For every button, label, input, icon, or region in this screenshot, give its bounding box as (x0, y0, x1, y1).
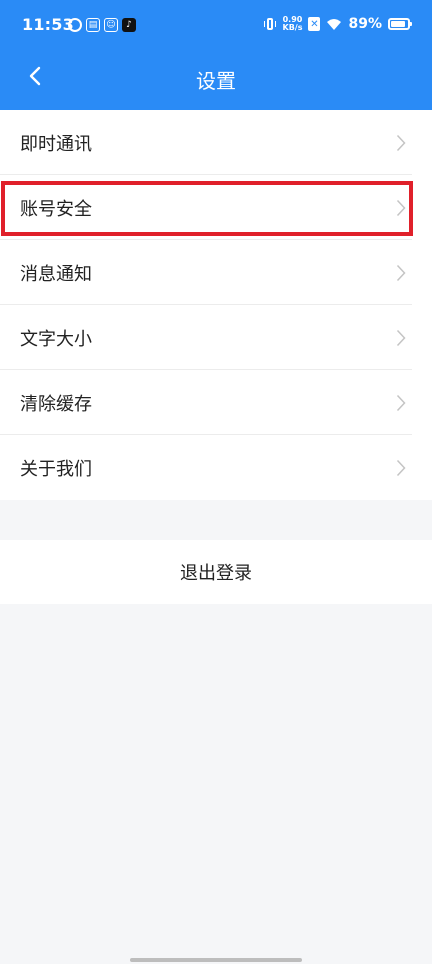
settings-item-about-us[interactable]: 关于我们 (0, 435, 432, 500)
logout-button[interactable]: 退出登录 (0, 540, 432, 604)
battery-percentage: 89% (348, 16, 382, 32)
chevron-right-icon (396, 134, 406, 151)
network-speed-unit: KB/s (282, 23, 303, 32)
system-icons: 0.90 KB/s ✕ 89% (263, 14, 412, 34)
chevron-right-icon (396, 394, 406, 411)
chevron-right-icon (396, 199, 406, 216)
settings-item-label: 文字大小 (20, 328, 92, 350)
chevron-right-icon (396, 329, 406, 346)
settings-item-label: 清除缓存 (20, 393, 92, 415)
app-notification-icon: ☺ (104, 18, 118, 32)
sync-icon (68, 18, 82, 32)
home-indicator (130, 958, 302, 962)
settings-item-font-size[interactable]: 文字大小 (0, 305, 432, 370)
settings-item-label: 即时通讯 (20, 133, 92, 155)
calendar-icon: ▤ (86, 18, 100, 32)
network-speed: 0.90 KB/s (283, 16, 303, 32)
settings-item-label: 账号安全 (20, 198, 92, 220)
logout-label: 退出登录 (180, 563, 252, 584)
settings-item-message-notification[interactable]: 消息通知 (0, 240, 432, 305)
tiktok-icon: ♪ (122, 18, 136, 32)
settings-item-label: 消息通知 (20, 263, 92, 285)
settings-list: 即时通讯 账号安全 消息通知 文字大小 清除缓存 关于我们 (0, 110, 432, 500)
settings-item-label: 关于我们 (20, 458, 92, 480)
navigation-bar: 设置 (0, 52, 432, 110)
settings-item-account-security[interactable]: 账号安全 (0, 175, 432, 240)
vibrate-icon (263, 16, 277, 32)
notification-icons: ▤ ☺ ♪ (68, 17, 136, 33)
settings-item-clear-cache[interactable]: 清除缓存 (0, 370, 432, 435)
sim-off-icon: ✕ (308, 17, 321, 31)
status-bar: 11:53 ▤ ☺ ♪ 0.90 KB/s ✕ 89% (0, 0, 432, 52)
wifi-icon (327, 19, 342, 30)
status-time: 11:53 (22, 15, 74, 34)
chevron-right-icon (396, 459, 406, 476)
battery-level-fill (391, 21, 406, 27)
app-header: 11:53 ▤ ☺ ♪ 0.90 KB/s ✕ 89% 设置 (0, 0, 432, 110)
chevron-right-icon (396, 264, 406, 281)
settings-item-instant-messaging[interactable]: 即时通讯 (0, 110, 432, 175)
page-title: 设置 (196, 69, 236, 93)
battery-icon (388, 18, 412, 30)
